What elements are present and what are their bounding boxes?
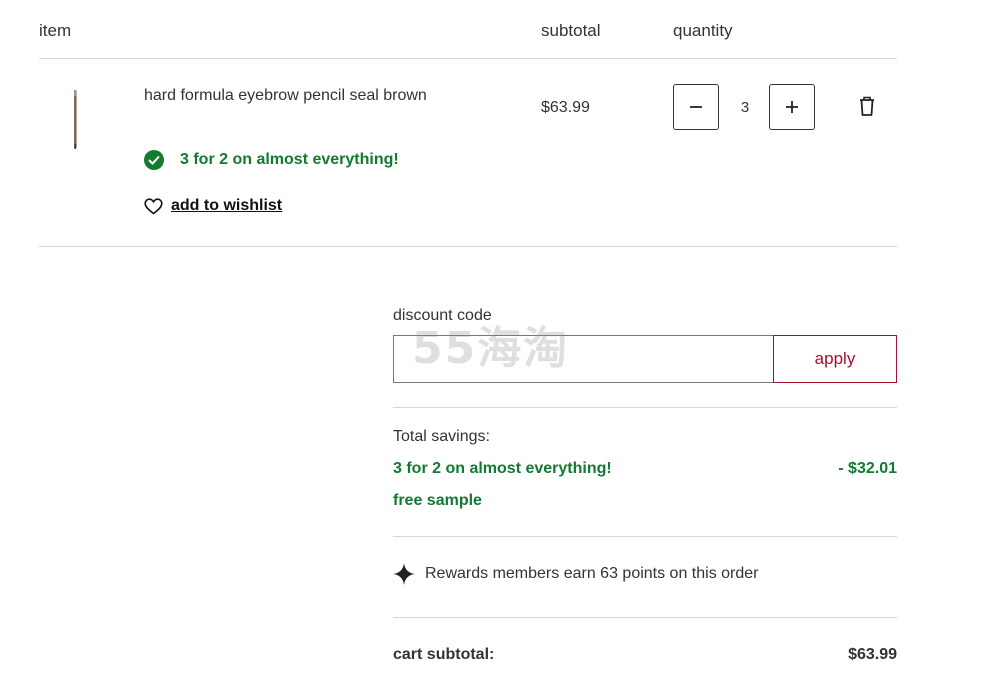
check-circle-icon bbox=[144, 150, 164, 170]
product-name[interactable]: hard formula eyebrow pencil seal brown bbox=[144, 87, 427, 105]
watermark-logo: 55海淘 bbox=[412, 323, 570, 374]
apply-discount-button[interactable]: apply bbox=[773, 335, 897, 383]
decrease-quantity-button[interactable] bbox=[673, 84, 719, 130]
column-header-item: item bbox=[39, 21, 72, 40]
column-header-subtotal: subtotal bbox=[541, 21, 601, 40]
cart-subtotal-value: $63.99 bbox=[848, 646, 897, 663]
heart-icon bbox=[144, 197, 163, 214]
discount-divider bbox=[393, 407, 897, 408]
rewards-text: Rewards members earn 63 points on this o… bbox=[425, 565, 759, 582]
product-thumbnail[interactable] bbox=[66, 88, 84, 152]
plus-icon bbox=[786, 101, 798, 113]
eyebrow-pencil-image bbox=[74, 90, 77, 149]
increase-quantity-button[interactable] bbox=[769, 84, 815, 130]
rewards-divider bbox=[393, 617, 897, 618]
minus-icon bbox=[690, 106, 702, 108]
product-price: $63.99 bbox=[541, 99, 590, 116]
add-to-wishlist-link[interactable]: add to wishlist bbox=[144, 197, 282, 215]
remove-item-button[interactable] bbox=[857, 95, 877, 122]
savings-promo-amount: - $32.01 bbox=[838, 460, 897, 477]
cart-page: item subtotal quantity hard formula eyeb… bbox=[0, 0, 984, 673]
header-divider bbox=[39, 58, 897, 59]
trash-icon bbox=[860, 96, 874, 116]
product-row-divider bbox=[39, 246, 897, 247]
wishlist-label[interactable]: add to wishlist bbox=[171, 197, 282, 215]
savings-promo-name: 3 for 2 on almost everything! bbox=[393, 460, 612, 477]
column-header-quantity: quantity bbox=[673, 21, 733, 40]
rewards-message: Rewards members earn 63 points on this o… bbox=[393, 563, 759, 585]
promo-badge: 3 for 2 on almost everything! bbox=[144, 150, 399, 170]
savings-divider bbox=[393, 536, 897, 537]
free-sample-label: free sample bbox=[393, 492, 482, 509]
total-savings-title: Total savings: bbox=[393, 428, 490, 445]
promo-text: 3 for 2 on almost everything! bbox=[180, 151, 399, 168]
quantity-value: 3 bbox=[740, 99, 750, 116]
cart-subtotal-label: cart subtotal: bbox=[393, 646, 495, 663]
sparkle-icon bbox=[393, 563, 415, 585]
